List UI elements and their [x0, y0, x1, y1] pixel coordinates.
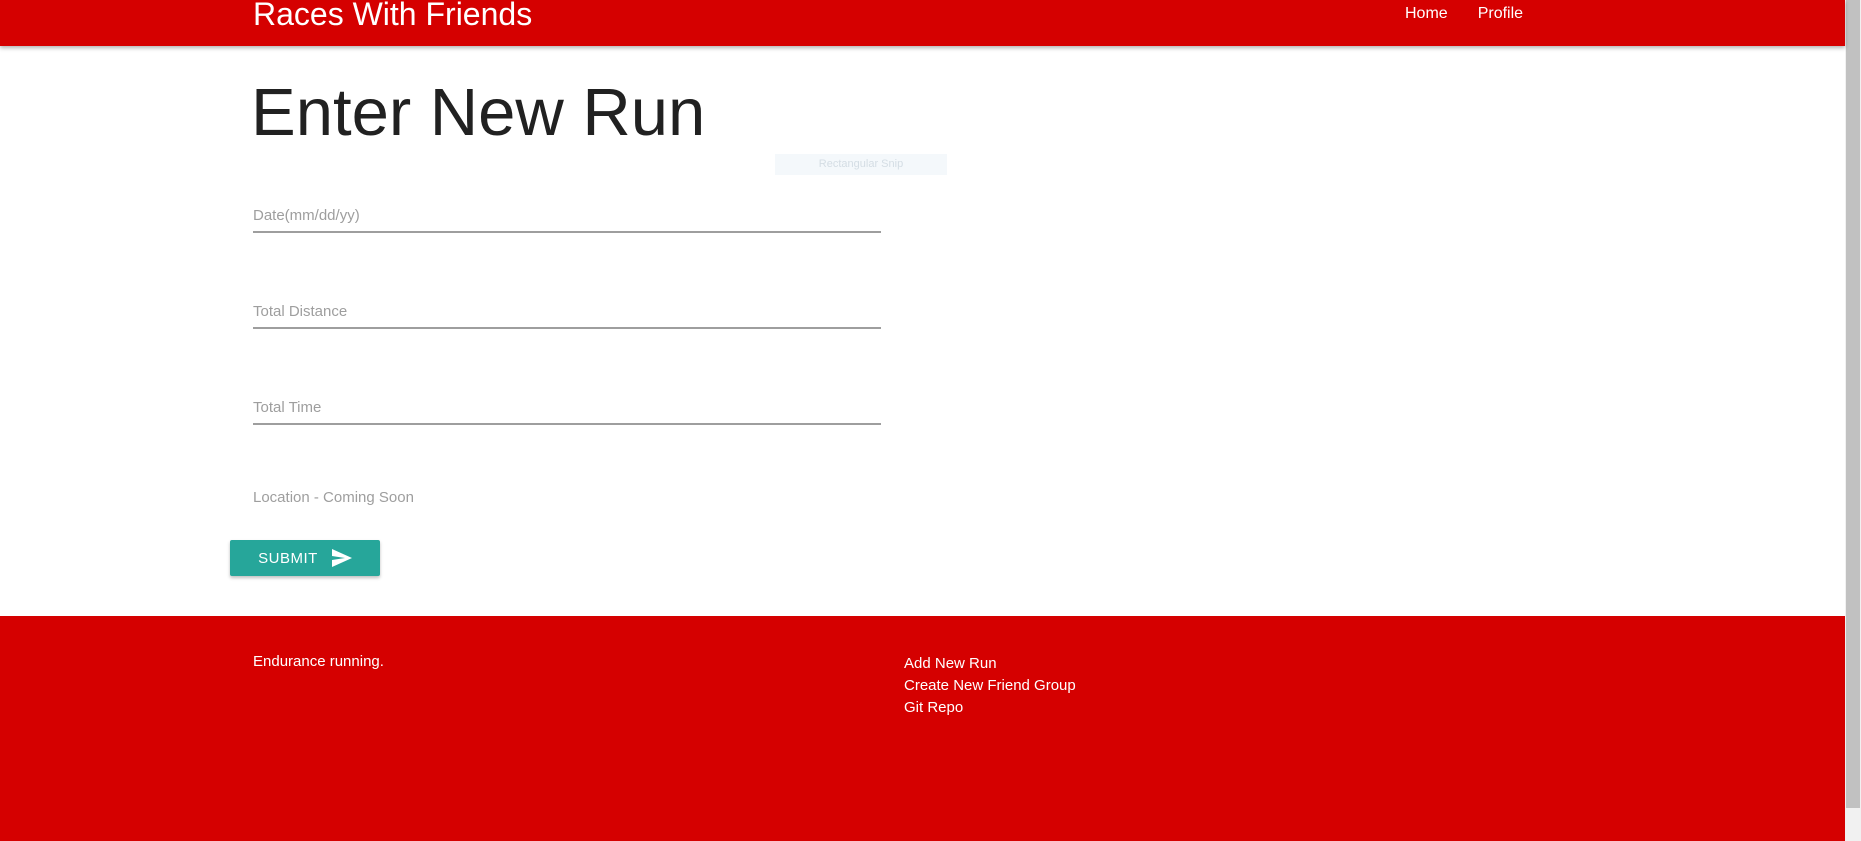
- send-icon: [331, 549, 352, 567]
- footer-link-git-repo[interactable]: Git Repo: [904, 699, 963, 716]
- brand-logo[interactable]: Races With Friends: [253, 0, 532, 34]
- footer-link-item: Git Repo: [904, 697, 1076, 719]
- footer-link-add-new-run[interactable]: Add New Run: [904, 655, 997, 672]
- footer-link-create-friend-group[interactable]: Create New Friend Group: [904, 677, 1076, 694]
- page: Races With Friends Home Profile Enter Ne…: [0, 0, 1845, 841]
- distance-field-container: [253, 297, 881, 329]
- nav-link-profile[interactable]: Profile: [1463, 5, 1538, 23]
- submit-button[interactable]: SUBMIT: [230, 540, 380, 576]
- nav-links: Home Profile: [1390, 0, 1538, 28]
- submit-button-label: SUBMIT: [258, 549, 318, 567]
- date-field-container: [253, 201, 881, 233]
- top-navbar: Races With Friends Home Profile: [0, 0, 1845, 46]
- nav-link-home[interactable]: Home: [1390, 5, 1463, 23]
- time-field-container: [253, 393, 881, 425]
- footer-link-item: Add New Run: [904, 653, 1076, 675]
- scrollbar-thumb[interactable]: [1846, 0, 1860, 808]
- footer-description: Endurance running.: [253, 653, 384, 670]
- total-distance-input[interactable]: [253, 297, 881, 325]
- total-time-input[interactable]: [253, 393, 881, 421]
- footer-link-item: Create New Friend Group: [904, 675, 1076, 697]
- page-title: Enter New Run: [251, 75, 706, 150]
- date-input[interactable]: [253, 201, 881, 229]
- page-footer: Endurance running. Add New Run Create Ne…: [0, 616, 1845, 841]
- vertical-scrollbar[interactable]: [1845, 0, 1861, 841]
- footer-links: Add New Run Create New Friend Group Git …: [904, 653, 1076, 719]
- location-label: Location - Coming Soon: [253, 489, 414, 506]
- snip-overlay: Rectangular Snip: [775, 154, 947, 175]
